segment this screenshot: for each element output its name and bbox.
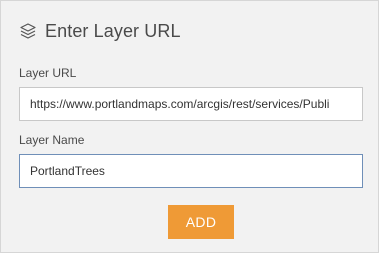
- layer-name-input[interactable]: [19, 154, 363, 188]
- layer-url-input[interactable]: [19, 87, 363, 121]
- panel-header: Enter Layer URL: [19, 19, 181, 43]
- add-layer-panel: Enter Layer URL Layer URL Layer Name ADD: [0, 0, 379, 253]
- layers-icon: [19, 22, 37, 40]
- layer-url-label: Layer URL: [19, 66, 77, 80]
- add-button[interactable]: ADD: [168, 205, 234, 239]
- layer-name-label: Layer Name: [19, 133, 85, 147]
- panel-title: Enter Layer URL: [45, 20, 181, 41]
